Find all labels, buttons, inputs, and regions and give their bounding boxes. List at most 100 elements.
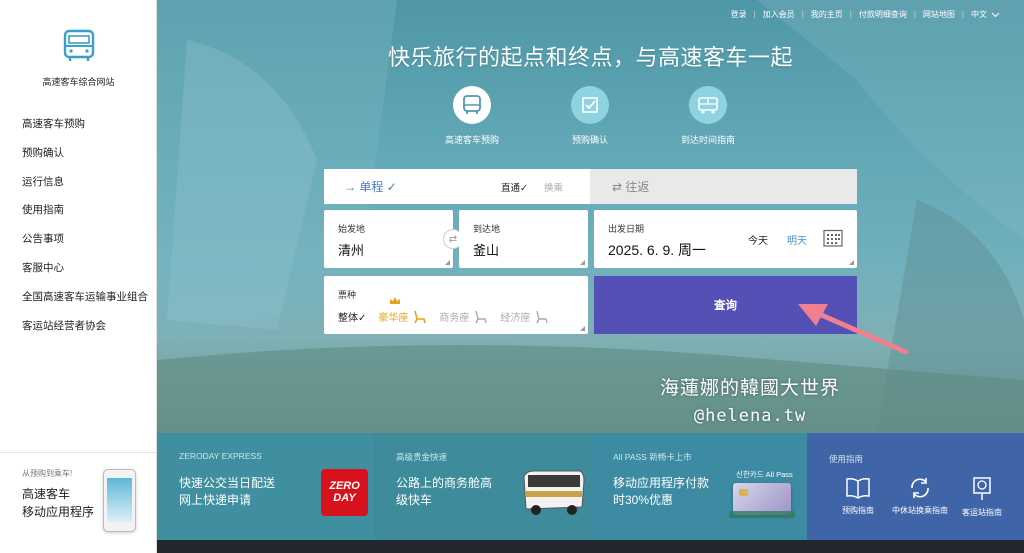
payment-history-link[interactable]: 付款明细查询 (859, 9, 907, 20)
guide-terminal[interactable]: 客运站指南 (951, 477, 1013, 518)
crown-icon (390, 297, 400, 304)
phone-image (103, 469, 136, 532)
sidebar-item-notice[interactable]: 公告事项 (22, 231, 148, 260)
annotation-arrow-icon (798, 304, 909, 355)
footer-bar (157, 540, 1024, 553)
sidebar-nav: 高速客车预购 预购确认 运行信息 使用指南 公告事项 客服中心 全国高速客车运输… (22, 116, 148, 346)
sidebar-item-operation[interactable]: 运行信息 (22, 174, 148, 203)
sidebar-item-support[interactable]: 客服中心 (22, 260, 148, 289)
seat-all-option[interactable]: 整体✓ (338, 309, 366, 324)
card-image (729, 483, 795, 518)
bus-logo-icon (63, 29, 94, 61)
calendar-icon[interactable] (823, 229, 843, 247)
page-headline: 快乐旅行的起点和终点，与高速客车一起 (387, 45, 793, 70)
sidebar-item-reservation[interactable]: 高速客车预购 (22, 116, 148, 145)
guide-reservation[interactable]: 预购指南 (827, 477, 889, 518)
ticket-type-field: 票种 整体✓ 豪华座 商务座 经济座 (324, 276, 588, 334)
site-name: 高速客车综合网站 (42, 77, 115, 87)
transfer-option[interactable]: 换乘 (544, 180, 563, 194)
top-utility-bar: 登录 | 加入会员 | 我的主页 | 付款明细查询 | 网站地图 | 中文 (731, 9, 1000, 20)
premium-title-line2: 级快车 (396, 493, 433, 507)
seat-options: 整体✓ 豪华座 商务座 经济座 (338, 309, 561, 324)
seat-premium-option[interactable]: 豪华座 (378, 309, 427, 324)
premium-title-line1: 公路上的商务舱高 (396, 476, 493, 490)
destination-field[interactable]: 到达地 釜山 (459, 210, 588, 268)
tab-round-trip[interactable]: ⇄ 往返 (590, 169, 857, 204)
seat-economy-label: 经济座 (500, 313, 531, 324)
premium-title: 公路上的商务舱高 级快车 (396, 475, 492, 509)
feature-reservation[interactable]: 高速客车预购 (417, 86, 527, 146)
seat-economy-option[interactable]: 经济座 (500, 309, 549, 324)
sidebar-item-association[interactable]: 客运站经营者协会 (22, 318, 148, 347)
premium-tag: 高级贵金快速 (396, 452, 448, 462)
guide-terminal-label: 客运站指南 (962, 508, 1002, 517)
allpass-card-label: 신한카드 All Pass (736, 470, 793, 479)
seat-premium-icon (414, 310, 427, 323)
feature-arrival-time[interactable]: 到达时间指南 (653, 86, 763, 146)
zeroday-tag: ZERODAY EXPRESS (179, 451, 262, 461)
bus-image (523, 470, 585, 515)
sidebar-item-guide[interactable]: 使用指南 (22, 202, 148, 231)
watermark-line1: 海蓮娜的韓國大世界 (660, 378, 841, 399)
usage-guide-tag: 使用指南 (829, 454, 864, 464)
bus-icon (463, 95, 481, 114)
trip-type-tabs: → 单程 ✓ 直通✓ 换乘 ⇄ 往返 (324, 169, 857, 204)
app-promo-title-line1: 高速客车 (22, 487, 71, 501)
feature-arrival-time-label: 到达时间指南 (680, 135, 735, 145)
hero: 登录 | 加入会员 | 我的主页 | 付款明细查询 | 网站地图 | 中文 快乐旅行的起点… (157, 0, 1024, 433)
today-button[interactable]: 今天 (748, 232, 768, 247)
guide-transfer-label: 中休站换乘指南 (892, 506, 948, 515)
usage-guide-items: 预购指南 中休站换乘指南 客运站指南 (827, 477, 1013, 518)
mypage-link[interactable]: 我的主页 (811, 9, 843, 20)
app-promo-title-line2: 移动应用程序 (22, 505, 95, 519)
seat-premium-label: 豪华座 (378, 313, 409, 324)
tomorrow-button[interactable]: 明天 (787, 232, 807, 247)
promo-all-pass[interactable]: All PASS 新畅卡上市 移动应用程序付款 时30%优惠 신한카드 All … (591, 433, 807, 540)
app-promo[interactable]: 从预购到乘车! 高速客车 移动应用程序 (0, 452, 157, 553)
guide-transfer[interactable]: 中休站换乘指南 (889, 477, 951, 518)
origin-field[interactable]: 始发地 清州 (324, 210, 453, 268)
departure-date-field[interactable]: 出发日期 2025. 6. 9. 周一 今天 明天 (594, 210, 857, 268)
guide-reservation-label: 预购指南 (842, 506, 874, 515)
sidebar-item-confirm[interactable]: 预购确认 (22, 145, 148, 174)
promo-zeroday[interactable]: ZERODAY EXPRESS 快速公交当日配送 网上快递申请 ZERO DAY (157, 433, 374, 540)
feature-confirm-label: 预购确认 (571, 135, 608, 145)
refresh-icon (911, 478, 929, 498)
date-label: 出发日期 (608, 224, 645, 234)
zeroday-title-line2: 网上快递申请 (179, 493, 252, 507)
zeroday-logo: ZERO DAY (321, 469, 368, 516)
seat-business-option[interactable]: 商务座 (439, 309, 488, 324)
zeroday-logo-line2: DAY (333, 492, 356, 504)
promo-premium-express[interactable]: 高级贵金快速 公路上的商务舱高 级快车 (374, 433, 591, 540)
zeroday-title: 快速公交当日配送 网上快递申请 (179, 475, 275, 509)
origin-label: 始发地 (338, 224, 366, 234)
allpass-title: 移动应用程序付款 时30%优惠 (613, 475, 709, 509)
tab-one-way[interactable]: → 单程 ✓ 直通✓ 换乘 (324, 169, 590, 204)
sidebar-item-union[interactable]: 全国高速客车运输事业组合 (22, 289, 148, 318)
allpass-title-line2: 时30%优惠 (613, 493, 674, 507)
login-link[interactable]: 登录 (731, 9, 747, 20)
watermark: 海蓮娜的韓國大世界 @helena.tw (660, 373, 840, 426)
date-value: 2025. 6. 9. 周一 (608, 242, 707, 258)
ticket-type-label: 票种 (338, 290, 357, 300)
join-link[interactable]: 加入会员 (763, 9, 795, 20)
book-icon (846, 478, 870, 499)
origin-value: 清州 (338, 243, 365, 258)
destination-value: 釜山 (473, 243, 500, 258)
seat-business-label: 商务座 (439, 313, 470, 324)
chevron-down-icon[interactable] (991, 12, 1000, 18)
language-select[interactable]: 中文 (971, 9, 987, 20)
seat-economy-icon (536, 310, 549, 323)
promo-strip: ZERODAY EXPRESS 快速公交当日配送 网上快递申请 ZERO DAY… (157, 433, 1024, 540)
zeroday-logo-line1: ZERO (329, 480, 360, 492)
feature-confirm[interactable]: 预购确认 (535, 86, 645, 146)
zeroday-title-line1: 快速公交当日配送 (179, 476, 276, 490)
direct-option[interactable]: 直通✓ (501, 180, 528, 194)
sidebar: 高速客车综合网站 高速客车预购 预购确认 运行信息 使用指南 公告事项 客服中心… (0, 0, 157, 553)
app-promo-subtitle: 从预购到乘车! (22, 469, 73, 478)
feature-reservation-label: 高速客车预购 (444, 135, 499, 145)
sitemap-link[interactable]: 网站地图 (923, 9, 955, 20)
site-logo[interactable]: 高速客车综合网站 (0, 28, 157, 88)
usage-guide-panel: 使用指南 预购指南 中休站换乘指南 客运站指南 (807, 433, 1024, 540)
bus-time-icon (698, 97, 718, 114)
